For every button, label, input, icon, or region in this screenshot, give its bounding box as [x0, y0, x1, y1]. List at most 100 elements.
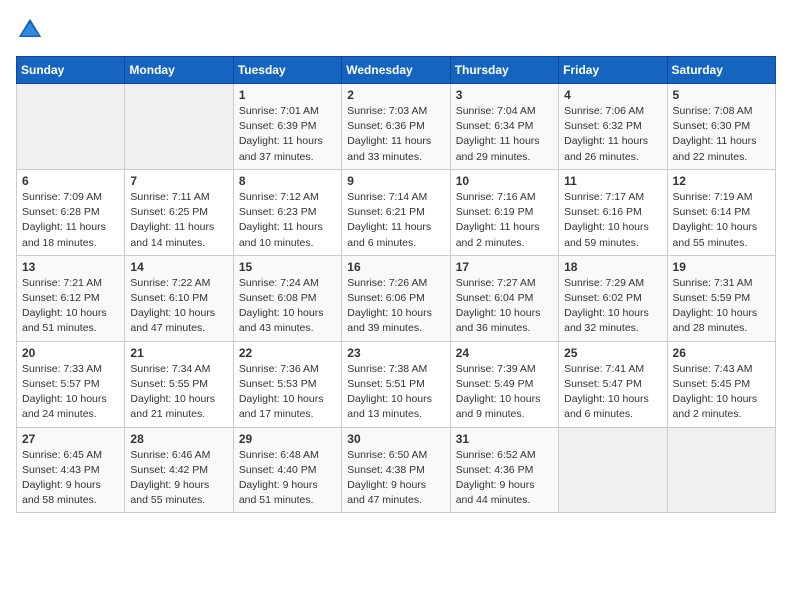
day-info: Sunrise: 6:50 AMSunset: 4:38 PMDaylight:…: [347, 449, 427, 507]
day-info: Sunrise: 7:38 AMSunset: 5:51 PMDaylight:…: [347, 363, 432, 421]
calendar-cell: 20 Sunrise: 7:33 AMSunset: 5:57 PMDayligh…: [17, 341, 125, 427]
calendar-cell: 12 Sunrise: 7:19 AMSunset: 6:14 PMDayligh…: [667, 169, 775, 255]
day-number: 12: [673, 174, 770, 188]
day-info: Sunrise: 7:03 AMSunset: 6:36 PMDaylight:…: [347, 105, 431, 163]
day-number: 10: [456, 174, 553, 188]
day-info: Sunrise: 7:16 AMSunset: 6:19 PMDaylight:…: [456, 191, 540, 249]
day-number: 23: [347, 346, 444, 360]
calendar-cell: 23 Sunrise: 7:38 AMSunset: 5:51 PMDayligh…: [342, 341, 450, 427]
calendar-cell: 2 Sunrise: 7:03 AMSunset: 6:36 PMDaylight…: [342, 84, 450, 170]
calendar-cell: 21 Sunrise: 7:34 AMSunset: 5:55 PMDayligh…: [125, 341, 233, 427]
day-number: 31: [456, 432, 553, 446]
day-info: Sunrise: 6:52 AMSunset: 4:36 PMDaylight:…: [456, 449, 536, 507]
day-header-saturday: Saturday: [667, 57, 775, 84]
calendar-cell: 4 Sunrise: 7:06 AMSunset: 6:32 PMDaylight…: [559, 84, 667, 170]
day-info: Sunrise: 7:29 AMSunset: 6:02 PMDaylight:…: [564, 277, 649, 335]
day-number: 29: [239, 432, 336, 446]
day-info: Sunrise: 7:04 AMSunset: 6:34 PMDaylight:…: [456, 105, 540, 163]
calendar-cell: 8 Sunrise: 7:12 AMSunset: 6:23 PMDaylight…: [233, 169, 341, 255]
calendar-cell: 24Sunrise: 7:39 AMSunset: 5:49 PMDayligh…: [450, 341, 558, 427]
day-number: 14: [130, 260, 227, 274]
day-info: Sunrise: 7:06 AMSunset: 6:32 PMDaylight:…: [564, 105, 648, 163]
calendar-cell: 1 Sunrise: 7:01 AMSunset: 6:39 PMDaylight…: [233, 84, 341, 170]
day-number: 13: [22, 260, 119, 274]
calendar-cell: 7 Sunrise: 7:11 AMSunset: 6:25 PMDaylight…: [125, 169, 233, 255]
day-info: Sunrise: 7:12 AMSunset: 6:23 PMDaylight:…: [239, 191, 323, 249]
calendar-cell: 27 Sunrise: 6:45 AMSunset: 4:43 PMDayligh…: [17, 427, 125, 513]
day-info: Sunrise: 7:34 AMSunset: 5:55 PMDaylight:…: [130, 363, 215, 421]
day-info: Sunrise: 7:01 AMSunset: 6:39 PMDaylight:…: [239, 105, 323, 163]
day-header-tuesday: Tuesday: [233, 57, 341, 84]
calendar-cell: [667, 427, 775, 513]
day-number: 18: [564, 260, 661, 274]
day-number: 8: [239, 174, 336, 188]
calendar-table: SundayMondayTuesdayWednesdayThursdayFrid…: [16, 56, 776, 513]
day-number: 30: [347, 432, 444, 446]
calendar-cell: 16 Sunrise: 7:26 AMSunset: 6:06 PMDayligh…: [342, 255, 450, 341]
day-header-sunday: Sunday: [17, 57, 125, 84]
calendar-cell: 31 Sunrise: 6:52 AMSunset: 4:36 PMDayligh…: [450, 427, 558, 513]
calendar-cell: 25 Sunrise: 7:41 AMSunset: 5:47 PMDayligh…: [559, 341, 667, 427]
day-number: 21: [130, 346, 227, 360]
day-number: 16: [347, 260, 444, 274]
day-info: Sunrise: 7:17 AMSunset: 6:16 PMDaylight:…: [564, 191, 649, 249]
day-header-friday: Friday: [559, 57, 667, 84]
calendar-cell: [125, 84, 233, 170]
calendar-cell: 5 Sunrise: 7:08 AMSunset: 6:30 PMDaylight…: [667, 84, 775, 170]
calendar-cell: 17 Sunrise: 7:27 AMSunset: 6:04 PMDayligh…: [450, 255, 558, 341]
day-info: Sunrise: 7:19 AMSunset: 6:14 PMDaylight:…: [673, 191, 758, 249]
calendar-cell: 3 Sunrise: 7:04 AMSunset: 6:34 PMDaylight…: [450, 84, 558, 170]
day-info: Sunrise: 7:27 AMSunset: 6:04 PMDaylight:…: [456, 277, 541, 335]
calendar-cell: 28Sunrise: 6:46 AMSunset: 4:42 PMDayligh…: [125, 427, 233, 513]
day-info: Sunrise: 7:11 AMSunset: 6:25 PMDaylight:…: [130, 191, 214, 249]
day-header-thursday: Thursday: [450, 57, 558, 84]
day-info: Sunrise: 7:24 AMSunset: 6:08 PMDaylight:…: [239, 277, 324, 335]
page-header: [16, 16, 776, 44]
day-number: 24: [456, 346, 553, 360]
day-info: Sunrise: 7:09 AMSunset: 6:28 PMDaylight:…: [22, 191, 106, 249]
calendar-cell: [17, 84, 125, 170]
day-number: 5: [673, 88, 770, 102]
day-info: Sunrise: 7:26 AMSunset: 6:06 PMDaylight:…: [347, 277, 432, 335]
day-number: 3: [456, 88, 553, 102]
calendar-cell: 13 Sunrise: 7:21 AMSunset: 6:12 PMDayligh…: [17, 255, 125, 341]
day-info: Sunrise: 7:08 AMSunset: 6:30 PMDaylight:…: [673, 105, 757, 163]
day-info: Sunrise: 7:21 AMSunset: 6:12 PMDaylight:…: [22, 277, 107, 335]
calendar-cell: 11 Sunrise: 7:17 AMSunset: 6:16 PMDayligh…: [559, 169, 667, 255]
calendar-cell: 26Sunrise: 7:43 AMSunset: 5:45 PMDayligh…: [667, 341, 775, 427]
day-header-monday: Monday: [125, 57, 233, 84]
calendar-cell: 15 Sunrise: 7:24 AMSunset: 6:08 PMDayligh…: [233, 255, 341, 341]
calendar-cell: 10 Sunrise: 7:16 AMSunset: 6:19 PMDayligh…: [450, 169, 558, 255]
day-info: Sunrise: 7:22 AMSunset: 6:10 PMDaylight:…: [130, 277, 215, 335]
day-info: Sunrise: 6:46 AMSunset: 4:42 PMDaylight:…: [130, 449, 210, 507]
calendar-cell: 19 Sunrise: 7:31 AMSunset: 5:59 PMDayligh…: [667, 255, 775, 341]
calendar-cell: [559, 427, 667, 513]
day-number: 25: [564, 346, 661, 360]
calendar-cell: 9Sunrise: 7:14 AMSunset: 6:21 PMDaylight…: [342, 169, 450, 255]
day-number: 9: [347, 174, 444, 188]
day-info: Sunrise: 7:33 AMSunset: 5:57 PMDaylight:…: [22, 363, 107, 421]
calendar-cell: 30 Sunrise: 6:50 AMSunset: 4:38 PMDayligh…: [342, 427, 450, 513]
day-number: 20: [22, 346, 119, 360]
calendar-cell: 29 Sunrise: 6:48 AMSunset: 4:40 PMDayligh…: [233, 427, 341, 513]
day-number: 4: [564, 88, 661, 102]
logo: [16, 16, 48, 44]
logo-icon: [16, 16, 44, 44]
day-info: Sunrise: 7:36 AMSunset: 5:53 PMDaylight:…: [239, 363, 324, 421]
day-number: 17: [456, 260, 553, 274]
calendar-cell: 14 Sunrise: 7:22 AMSunset: 6:10 PMDayligh…: [125, 255, 233, 341]
day-info: Sunrise: 7:31 AMSunset: 5:59 PMDaylight:…: [673, 277, 758, 335]
day-info: Sunrise: 7:41 AMSunset: 5:47 PMDaylight:…: [564, 363, 649, 421]
day-info: Sunrise: 7:43 AMSunset: 5:45 PMDaylight:…: [673, 363, 758, 421]
day-number: 15: [239, 260, 336, 274]
day-number: 19: [673, 260, 770, 274]
day-number: 11: [564, 174, 661, 188]
day-number: 1: [239, 88, 336, 102]
day-info: Sunrise: 6:48 AMSunset: 4:40 PMDaylight:…: [239, 449, 319, 507]
day-info: Sunrise: 6:45 AMSunset: 4:43 PMDaylight:…: [22, 449, 102, 507]
day-number: 27: [22, 432, 119, 446]
day-number: 7: [130, 174, 227, 188]
calendar-cell: 6Sunrise: 7:09 AMSunset: 6:28 PMDaylight…: [17, 169, 125, 255]
day-number: 2: [347, 88, 444, 102]
day-header-wednesday: Wednesday: [342, 57, 450, 84]
